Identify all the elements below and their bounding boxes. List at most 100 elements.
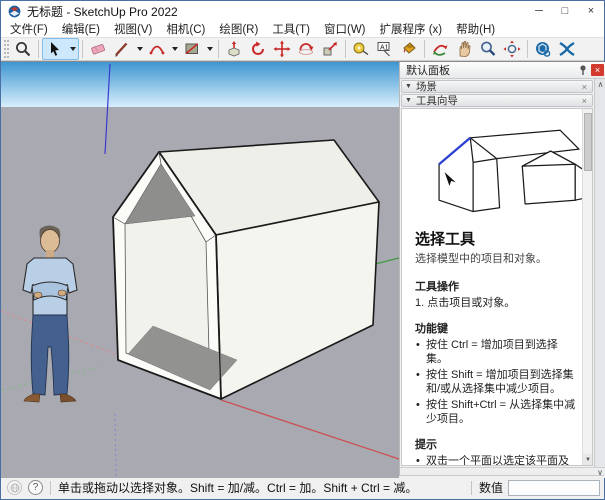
default-tray: 默认面板 × ▼ 场景 × ▼ 工具向导 ×: [399, 62, 605, 478]
instructor-illustration: [417, 117, 585, 221]
rectangle-icon: [183, 40, 201, 58]
text-label-icon: A1: [376, 40, 394, 58]
eraser-tool-button[interactable]: [86, 38, 110, 60]
status-bar: ? 单击或拖动以选择对象。Shift = 加/减。Ctrl = 加。Shift …: [1, 475, 604, 499]
tray-header: 默认面板 ×: [400, 62, 605, 79]
select-tool-active: [42, 38, 79, 60]
collapse-triangle-icon: ▼: [405, 83, 412, 90]
menu-help[interactable]: 帮助(H): [449, 21, 502, 37]
section-close-icon[interactable]: ×: [580, 96, 589, 106]
move-icon: [273, 40, 291, 58]
rectangle-tool-dropdown[interactable]: [204, 38, 215, 60]
menu-view[interactable]: 视图(V): [107, 21, 159, 37]
extension-button[interactable]: [555, 38, 579, 60]
toolbar-separator: [82, 40, 83, 58]
viewport-3d[interactable]: [1, 62, 399, 478]
scale-icon: [321, 40, 339, 58]
tray-section-instructor[interactable]: ▼ 工具向导 ×: [401, 94, 593, 107]
move-tool-button[interactable]: [270, 38, 294, 60]
menu-window[interactable]: 窗口(W): [317, 21, 373, 37]
tray-scroll-up-icon[interactable]: ∧: [598, 81, 604, 89]
warehouse-icon: [534, 40, 552, 58]
model-scene: [1, 62, 399, 478]
chevron-down-icon: [70, 47, 76, 51]
extension-icon: [558, 40, 576, 58]
status-message: 单击或拖动以选择对象。Shift = 加/减。Ctrl = 加。Shift + …: [58, 479, 464, 496]
magnifier-tool-button[interactable]: [11, 38, 35, 60]
toolbar-separator: [424, 40, 425, 58]
pan-tool-button[interactable]: [452, 38, 476, 60]
pin-icon[interactable]: [577, 64, 589, 76]
sky: [1, 62, 399, 107]
push-pull-icon: [225, 40, 243, 58]
zoom-extents-tool-button[interactable]: [500, 38, 524, 60]
paint-bucket-tool-button[interactable]: [397, 38, 421, 60]
scroll-down-icon[interactable]: ▼: [583, 454, 593, 465]
geolocation-icon[interactable]: [7, 480, 22, 495]
toolbar-separator: [38, 40, 39, 58]
statusbar-separator: [471, 481, 472, 495]
toolbar-separator: [345, 40, 346, 58]
follow-me-tool-button[interactable]: [246, 38, 270, 60]
help-icon[interactable]: ?: [28, 480, 43, 495]
measurement-label: 数值: [479, 479, 503, 496]
tray-section-scenes[interactable]: ▼ 场景 ×: [401, 80, 593, 93]
instructor-scrollbar[interactable]: ▼: [582, 109, 592, 465]
rotate-icon: [297, 40, 315, 58]
tape-measure-tool-button[interactable]: [349, 38, 373, 60]
warehouse-button[interactable]: [531, 38, 555, 60]
push-pull-tool-button[interactable]: [222, 38, 246, 60]
arc-icon: [148, 40, 166, 58]
orbit-icon: [431, 40, 449, 58]
tray-close-button[interactable]: ×: [591, 64, 604, 76]
select-tool-button[interactable]: [43, 38, 67, 60]
select-arrow-icon: [47, 41, 63, 57]
window-title: 无标题 - SketchUp Pro 2022: [27, 3, 526, 20]
chevron-down-icon: [207, 47, 213, 51]
line-tool-dropdown[interactable]: [134, 38, 145, 60]
tray-scroll-strip[interactable]: ∧: [594, 79, 605, 467]
instructor-item: 按住 Shift+Ctrl = 从选择集中减少项目。: [415, 398, 578, 426]
magnifier-icon: [14, 40, 32, 58]
menu-edit[interactable]: 编辑(E): [55, 21, 107, 37]
rectangle-tool-button[interactable]: [180, 38, 204, 60]
scale-tool-button[interactable]: [318, 38, 342, 60]
menu-draw[interactable]: 绘图(R): [212, 21, 265, 37]
arc-tool-button[interactable]: [145, 38, 169, 60]
instructor-item: 1. 点击项目或对象。: [415, 296, 578, 310]
statusbar-separator: [50, 481, 51, 495]
menu-camera[interactable]: 相机(C): [159, 21, 212, 37]
section-close-icon[interactable]: ×: [580, 82, 589, 92]
measurement-input[interactable]: [508, 480, 600, 496]
zoom-icon: [479, 40, 497, 58]
main-area: 默认面板 × ▼ 场景 × ▼ 工具向导 ×: [1, 61, 604, 475]
instructor-item: 按住 Shift = 增加项目到选择集和/或从选择集中减少项目。: [415, 368, 578, 396]
instructor-item: 双击一个平面以选定该平面及其所有边线。: [415, 454, 578, 466]
eraser-icon: [89, 40, 107, 58]
toolbar-grip[interactable]: [4, 40, 9, 58]
arc-tool-dropdown[interactable]: [169, 38, 180, 60]
pan-hand-icon: [455, 40, 473, 58]
paint-bucket-icon: [400, 40, 418, 58]
sketchup-logo-icon: [8, 5, 21, 18]
menu-extensions[interactable]: 扩展程序 (x): [373, 21, 450, 37]
menu-tools[interactable]: 工具(T): [265, 21, 317, 37]
menu-file[interactable]: 文件(F): [3, 21, 55, 37]
instructor-subtitle: 选择模型中的项目和对象。: [415, 250, 578, 266]
zoom-tool-button[interactable]: [476, 38, 500, 60]
select-tool-dropdown[interactable]: [67, 38, 78, 60]
orbit-tool-button[interactable]: [428, 38, 452, 60]
line-tool-button[interactable]: [110, 38, 134, 60]
scrollbar-thumb[interactable]: [584, 113, 592, 171]
zoom-extents-icon: [503, 40, 521, 58]
instructor-heading: 选择工具: [415, 228, 578, 249]
text-tool-button[interactable]: A1: [373, 38, 397, 60]
tray-title: 默认面板: [406, 62, 577, 78]
instructor-section-title: 功能键: [415, 320, 578, 336]
collapse-triangle-icon: ▼: [405, 97, 412, 104]
minimize-button[interactable]: ─: [526, 1, 552, 21]
close-button[interactable]: ×: [578, 1, 604, 21]
rotate-tool-button[interactable]: [294, 38, 318, 60]
chevron-down-icon: [172, 47, 178, 51]
maximize-button[interactable]: □: [552, 1, 578, 21]
